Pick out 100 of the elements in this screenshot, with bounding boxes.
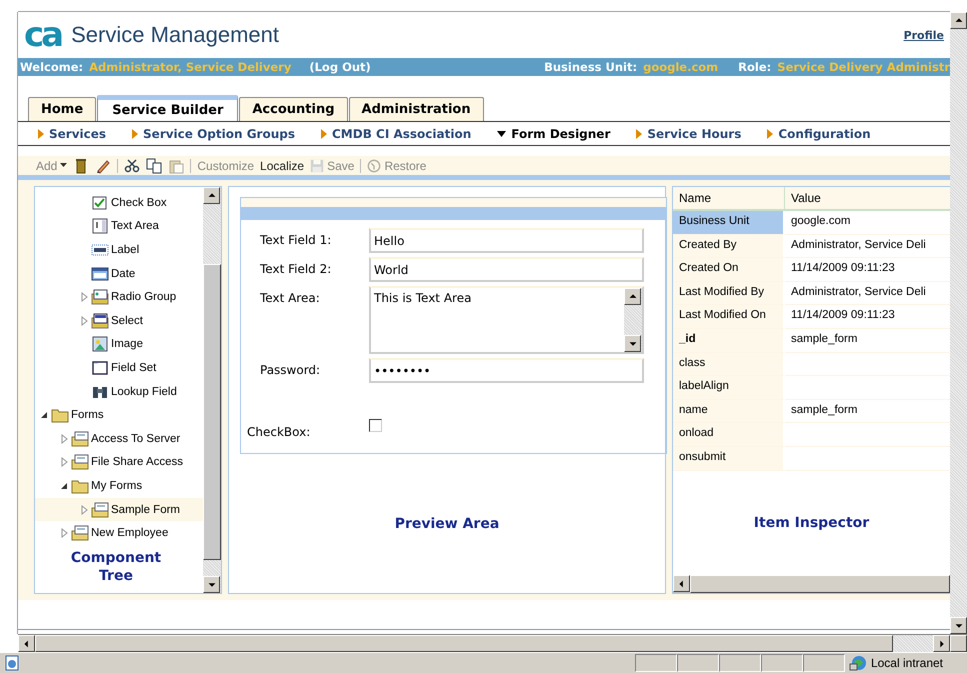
tree-item[interactable]: My Forms: [35, 474, 203, 498]
tab[interactable]: Administration: [348, 97, 484, 121]
expand-triangle-icon[interactable]: [79, 504, 89, 515]
scroll-up-button[interactable]: [950, 12, 967, 29]
cut-icon[interactable]: [124, 158, 140, 174]
column-header: Name: [673, 187, 785, 211]
tree-item[interactable]: Label: [35, 238, 203, 262]
property-name-cell[interactable]: name: [673, 400, 785, 424]
sub-nav-link[interactable]: Service Option Groups: [132, 126, 295, 140]
property-name-cell[interactable]: Created On: [673, 258, 785, 282]
tree-item[interactable]: Check Box: [35, 191, 203, 215]
sub-nav-link[interactable]: CMDB CI Association: [321, 126, 472, 140]
property-name-cell[interactable]: Last Modified By: [673, 282, 785, 306]
scroll-down-button[interactable]: [950, 617, 967, 634]
tree-item-label: Image: [111, 338, 143, 350]
sub-nav-link[interactable]: Form Designer: [497, 126, 610, 140]
tree-item[interactable]: File Share Access: [35, 450, 203, 474]
scroll-up-button[interactable]: [624, 288, 641, 305]
tree-item[interactable]: Sample Form: [35, 498, 203, 522]
field-label: CheckBox:: [247, 424, 312, 439]
text-area[interactable]: This is Text Area: [369, 286, 644, 354]
tree-item-label: Text Area: [111, 220, 159, 232]
tree-item-label: Sample Form: [111, 504, 180, 516]
expand-triangle-icon[interactable]: [59, 457, 69, 468]
tree-item-label: Forms: [71, 409, 104, 422]
property-name-cell[interactable]: onload: [673, 423, 785, 447]
tree-item[interactable]: Select: [35, 308, 203, 333]
field-label: Text Field 1:: [259, 232, 332, 247]
pencil-icon[interactable]: [95, 158, 112, 174]
status-pane: [802, 654, 845, 672]
profile-link[interactable]: Profile: [904, 28, 944, 42]
field-label: Text Area:: [259, 290, 321, 305]
property-name-cell[interactable]: Last Modified On: [673, 305, 785, 329]
item-inspector-caption: Item Inspector: [752, 514, 870, 531]
welcome-label: Welcome:: [20, 60, 84, 74]
scroll-left-button[interactable]: [18, 635, 35, 652]
collapse-triangle-icon[interactable]: [39, 410, 49, 420]
status-pane: [676, 654, 719, 672]
field-set-icon: [91, 360, 109, 376]
tree-item-label: Date: [111, 268, 136, 280]
scroll-up-button[interactable]: [203, 187, 220, 204]
collapse-triangle-icon[interactable]: [59, 480, 69, 491]
expand-triangle-icon[interactable]: [79, 316, 89, 326]
property-name-cell[interactable]: _id: [673, 328, 785, 353]
sub-nav-link[interactable]: Service Hours: [636, 126, 742, 140]
checkbox[interactable]: [369, 419, 382, 432]
text-area-icon: [91, 218, 109, 234]
tree-item-label: My Forms: [91, 480, 142, 492]
tree-scrollbar[interactable]: [203, 187, 221, 593]
sub-nav-link[interactable]: Configuration: [767, 126, 871, 140]
business-unit-label: Business Unit:: [544, 60, 638, 74]
text-field[interactable]: Hello: [369, 228, 644, 253]
scroll-right-button[interactable]: [933, 635, 950, 652]
expand-triangle-icon[interactable]: [59, 528, 69, 538]
password-field[interactable]: ••••••••: [369, 358, 644, 383]
tab[interactable]: Accounting: [239, 97, 348, 121]
tree-item[interactable]: New Employee: [35, 521, 203, 545]
property-name-cell[interactable]: labelAlign: [673, 376, 785, 400]
status-pane: [634, 654, 677, 672]
folder-icon: [71, 478, 89, 494]
expand-triangle-icon[interactable]: [79, 292, 89, 302]
tree-item-label: Select: [111, 314, 143, 327]
property-name-cell[interactable]: Business Unit: [673, 211, 785, 235]
status-pane: [718, 654, 761, 672]
sub-nav-link[interactable]: Services: [38, 126, 106, 140]
caret-right-icon: [132, 128, 138, 138]
tree-item-label: Check Box: [111, 196, 167, 209]
property-name-cell[interactable]: class: [673, 352, 785, 376]
tree-item-label: Radio Group: [111, 291, 176, 304]
tree-item[interactable]: Image: [35, 332, 203, 356]
expand-triangle-icon[interactable]: [59, 434, 69, 444]
select-icon: [91, 312, 109, 329]
tree-item[interactable]: Access To Server: [35, 426, 203, 451]
form-folder-icon: [71, 525, 89, 542]
tree-item[interactable]: Radio Group: [35, 285, 203, 309]
preview-area-caption: Preview Area: [394, 516, 500, 532]
form-folder-icon: [71, 454, 89, 470]
tree-item[interactable]: Date: [35, 262, 203, 286]
security-zone-label: Local intranet: [870, 656, 943, 670]
property-name-cell[interactable]: onsubmit: [673, 446, 785, 471]
tree-item[interactable]: Lookup Field: [35, 380, 203, 404]
copy-icon[interactable]: [146, 158, 162, 174]
role-value: Service Delivery Administr: [777, 60, 950, 74]
toolbar-button[interactable]: Localize: [260, 158, 304, 172]
role-label: Role:: [738, 60, 772, 74]
property-name-cell[interactable]: Created By: [673, 234, 785, 258]
calendar-icon: [91, 266, 109, 282]
text-field[interactable]: World: [369, 257, 644, 282]
scroll-down-button[interactable]: [624, 335, 641, 352]
scroll-down-button[interactable]: [203, 576, 220, 593]
scroll-left-button[interactable]: [673, 575, 690, 592]
tree-item[interactable]: Text Area: [35, 214, 203, 238]
tab[interactable]: Home: [28, 97, 96, 121]
tree-item[interactable]: Forms: [35, 403, 203, 427]
tree-item-label: New Employee: [91, 527, 168, 540]
tree-item-label: Access To Server: [91, 432, 180, 445]
vertical-scrollbar[interactable]: [950, 12, 967, 634]
status-pane: [760, 654, 803, 672]
tab[interactable]: Service Builder: [97, 95, 238, 121]
tree-item[interactable]: Field Set: [35, 356, 203, 380]
